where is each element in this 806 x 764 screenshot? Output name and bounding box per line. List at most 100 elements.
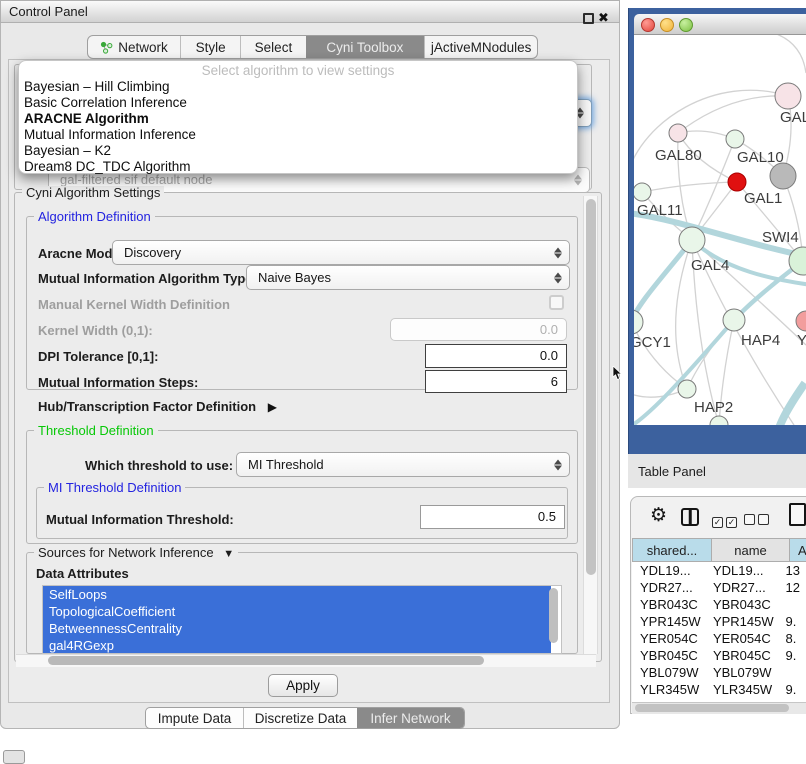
- tri-down-icon: ▼: [223, 548, 234, 560]
- close-traffic-light[interactable]: [641, 18, 655, 32]
- mi-threshold-group-title: MI Threshold Definition: [44, 481, 185, 495]
- network-node: [775, 83, 801, 109]
- tab-select[interactable]: Select: [240, 36, 305, 58]
- kernel-width-field[interactable]: 0.0: [390, 318, 567, 341]
- checked-box-icon: ✓: [712, 517, 723, 528]
- mi-threshold-field[interactable]: 0.5: [420, 505, 565, 529]
- unchecked-box-icon: [744, 514, 755, 525]
- node-label: SWI4: [762, 229, 799, 246]
- aracne-mode-combo[interactable]: Discovery: [112, 240, 570, 265]
- gear-icon[interactable]: ⚙: [650, 504, 667, 527]
- network-node: [723, 309, 745, 331]
- table-row[interactable]: YLR345WYLR345W9.: [632, 681, 806, 698]
- mi-type-combo[interactable]: Naive Bayes: [246, 265, 570, 290]
- close-icon[interactable]: ✖: [598, 10, 609, 26]
- table-horizontal-scrollbar-thumb[interactable]: [635, 704, 789, 712]
- attribute-item[interactable]: BetweennessCentrality: [43, 620, 551, 637]
- threshold-definition-title: Threshold Definition: [34, 424, 158, 438]
- algorithm-option[interactable]: Dream8 DC_TDC Algorithm: [24, 159, 191, 175]
- column-header-name[interactable]: name: [712, 538, 790, 562]
- node-label: GAL80: [655, 147, 702, 164]
- float-icon[interactable]: [583, 13, 594, 24]
- apply-button[interactable]: Apply: [268, 674, 338, 697]
- data-attributes-label: Data Attributes: [36, 566, 129, 582]
- table-row[interactable]: YDL19...YDL19...13: [632, 562, 806, 579]
- sources-group-title[interactable]: Sources for Network Inference ▼: [34, 546, 238, 561]
- bottom-tab-bar: Impute Data Discretize Data Infer Networ…: [145, 707, 465, 729]
- settings-horizontal-scrollbar-thumb[interactable]: [48, 656, 484, 665]
- node-label: GAL1: [744, 190, 782, 207]
- network-node-labels: GAL GAL80 GAL10 GAL1 GAL11 SWI4 GAL4 GCY…: [634, 109, 806, 416]
- attributes-list-scrollbar-thumb[interactable]: [549, 588, 558, 643]
- screenshot-root: { "icons": { "close": "✖", "float": "▢",…: [0, 0, 806, 762]
- network-graph: GAL GAL80 GAL10 GAL1 GAL11 SWI4 GAL4 GCY…: [634, 35, 806, 425]
- table-panel-header: Table Panel: [628, 454, 806, 488]
- tab-network[interactable]: Network: [88, 36, 180, 58]
- tab-jactivemnodules[interactable]: jActiveMNodules: [424, 36, 537, 58]
- column-header-next[interactable]: A: [790, 538, 806, 562]
- node-label: Y: [797, 332, 806, 349]
- hide-columns-icon[interactable]: [744, 512, 769, 530]
- dpi-tolerance-label: DPI Tolerance [0,1]:: [38, 349, 158, 365]
- algorithm-option-selected[interactable]: ARACNE Algorithm: [24, 111, 149, 127]
- table-panel-title: Table Panel: [638, 464, 706, 479]
- node-table: YDL19...YDL19...13 YDR27...YDR27...12 YB…: [632, 562, 806, 702]
- table-row[interactable]: YBL079WYBL079W: [632, 664, 806, 681]
- export-table-icon[interactable]: [789, 503, 806, 526]
- tab-style[interactable]: Style: [180, 36, 240, 58]
- algorithm-definition-title: Algorithm Definition: [34, 210, 155, 224]
- mi-steps-label: Mutual Information Steps:: [38, 375, 198, 391]
- network-node: [726, 130, 744, 148]
- network-node: [634, 310, 643, 334]
- zoom-traffic-light[interactable]: [679, 18, 693, 32]
- algorithm-option[interactable]: Bayesian – K2: [24, 143, 111, 159]
- settings-vertical-scrollbar-thumb[interactable]: [586, 199, 596, 575]
- algorithm-option[interactable]: Mutual Information Inference: [24, 127, 196, 143]
- table-row[interactable]: YPR145WYPR145W9.: [632, 613, 806, 630]
- tab-discretize-data[interactable]: Discretize Data: [243, 708, 357, 728]
- column-header-shared-name[interactable]: shared...: [632, 538, 712, 562]
- attribute-item[interactable]: gal4RGexp: [43, 637, 551, 654]
- algorithm-dropdown-popup: Select algorithm to view settings Bayesi…: [18, 60, 578, 174]
- minimize-traffic-light[interactable]: [660, 18, 674, 32]
- which-threshold-combo[interactable]: MI Threshold: [236, 452, 570, 477]
- network-node: [679, 227, 705, 253]
- which-threshold-label: Which threshold to use:: [85, 458, 233, 474]
- network-node: [678, 380, 696, 398]
- manual-kernel-label: Manual Kernel Width Definition: [38, 297, 230, 313]
- table-row[interactable]: YDR27...YDR27...12: [632, 579, 806, 596]
- mi-steps-field[interactable]: 6: [425, 370, 567, 393]
- algorithm-option[interactable]: Bayesian – Hill Climbing: [24, 79, 170, 95]
- manual-kernel-checkbox[interactable]: [549, 295, 564, 310]
- popup-hint: Select algorithm to view settings: [19, 63, 577, 78]
- tab-network-label: Network: [118, 40, 168, 55]
- attribute-item[interactable]: SelfLoops: [43, 586, 551, 603]
- table-row[interactable]: YBR045CYBR045C9.: [632, 647, 806, 664]
- algorithm-option[interactable]: Basic Correlation Inference: [24, 95, 187, 111]
- network-node: [634, 183, 651, 201]
- attribute-item[interactable]: TopologicalCoefficient: [43, 603, 551, 620]
- network-node: [770, 163, 796, 189]
- unchecked-box-icon: [758, 514, 769, 525]
- node-label: HAP4: [741, 332, 780, 349]
- data-attributes-list: SelfLoops TopologicalCoefficient Between…: [42, 585, 562, 654]
- show-checked-columns-icon[interactable]: ✓✓: [712, 512, 737, 530]
- table-row[interactable]: YER054CYER054C8.: [632, 630, 806, 647]
- node-label: GAL10: [737, 149, 784, 166]
- tab-cyni-toolbox[interactable]: Cyni Toolbox: [306, 36, 425, 58]
- tab-infer-network[interactable]: Infer Network: [357, 708, 464, 728]
- node-label: GAL4: [691, 257, 729, 274]
- dpi-tolerance-field[interactable]: 0.0: [425, 344, 567, 368]
- top-tab-bar: Network Style Select Cyni Toolbox jActiv…: [87, 35, 538, 59]
- network-window-titlebar[interactable]: [634, 14, 806, 35]
- network-canvas[interactable]: GAL GAL80 GAL10 GAL1 GAL11 SWI4 GAL4 GCY…: [634, 35, 806, 425]
- table-row[interactable]: YBR043CYBR043C: [632, 596, 806, 613]
- split-columns-icon[interactable]: [681, 508, 699, 526]
- tab-impute-data[interactable]: Impute Data: [146, 708, 243, 728]
- network-node: [669, 124, 687, 142]
- tri-right-icon: ▶: [268, 400, 277, 414]
- network-node: [710, 416, 728, 425]
- hub-definition-toggle[interactable]: Hub/Transcription Factor Definition ▶: [38, 399, 277, 415]
- mi-threshold-label: Mutual Information Threshold:: [46, 512, 234, 528]
- cyni-algorithm-settings-title: Cyni Algorithm Settings: [22, 186, 164, 200]
